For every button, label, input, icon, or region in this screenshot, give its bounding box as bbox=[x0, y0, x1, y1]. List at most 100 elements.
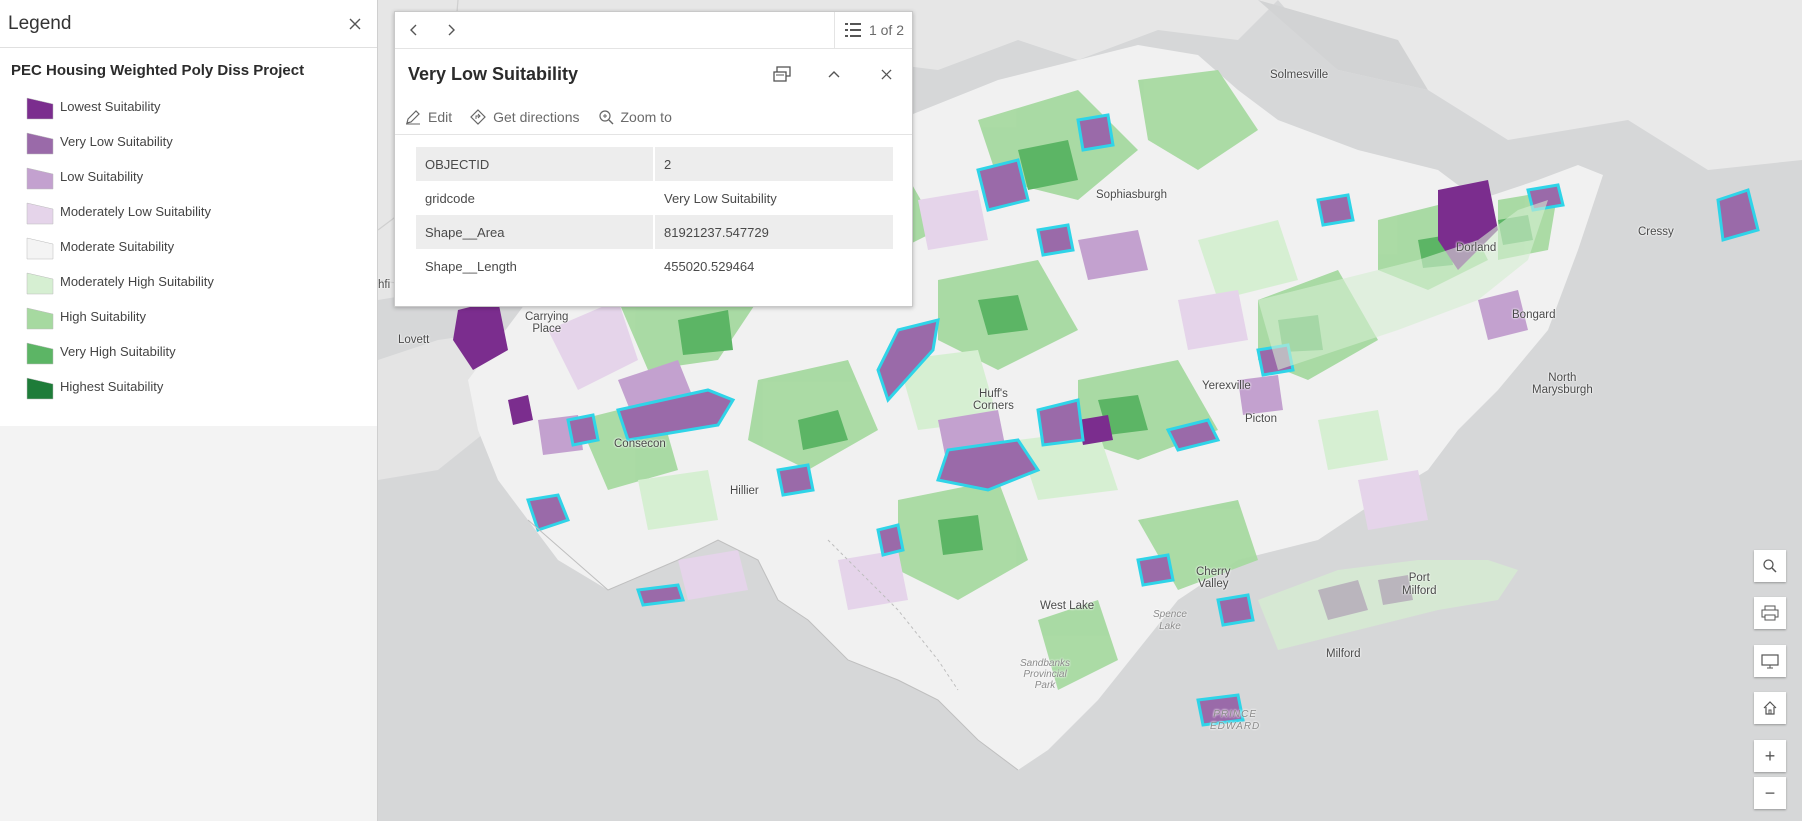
field-name: Shape__Length bbox=[416, 249, 655, 283]
legend-item-label: Very High Suitability bbox=[60, 344, 176, 359]
zoom-to-action[interactable]: Zoom to bbox=[598, 109, 672, 125]
basemap-button[interactable] bbox=[1754, 645, 1786, 677]
legend-swatch bbox=[26, 377, 54, 399]
edit-label: Edit bbox=[428, 108, 453, 125]
search-button[interactable] bbox=[1754, 550, 1786, 582]
next-feature-button[interactable] bbox=[432, 12, 469, 49]
place-port-milford: Port Milford bbox=[1402, 572, 1437, 597]
legend-title: Legend bbox=[8, 12, 72, 34]
legend-item-label: Lowest Suitability bbox=[60, 99, 161, 114]
table-row: gridcode Very Low Suitability bbox=[416, 181, 893, 215]
legend-item: Moderately High Suitability bbox=[0, 264, 377, 299]
attribute-table: OBJECTID 2 gridcode Very Low Suitability… bbox=[416, 147, 893, 283]
place-yerexville: Yerexville bbox=[1202, 380, 1251, 392]
dock-icon bbox=[773, 66, 791, 82]
legend-item-label: High Suitability bbox=[60, 309, 146, 324]
chevron-right-icon bbox=[448, 24, 455, 36]
legend-layer-title: PEC Housing Weighted Poly Diss Project bbox=[11, 62, 305, 79]
legend-panel: Legend PEC Housing Weighted Poly Diss Pr… bbox=[0, 0, 378, 821]
legend-swatch bbox=[26, 202, 54, 224]
legend-close-button[interactable] bbox=[341, 10, 369, 38]
place-lovett: Lovett bbox=[398, 334, 430, 346]
directions-icon bbox=[470, 108, 486, 125]
legend-item: Moderate Suitability bbox=[0, 229, 377, 264]
previous-feature-button[interactable] bbox=[395, 12, 432, 49]
legend-swatch bbox=[26, 97, 54, 119]
legend-item: Moderately Low Suitability bbox=[0, 194, 377, 229]
zoom-in-icon bbox=[598, 109, 613, 124]
popup-close-button[interactable] bbox=[860, 54, 912, 94]
collapse-button[interactable] bbox=[808, 54, 860, 94]
field-name: OBJECTID bbox=[416, 147, 655, 181]
monitor-icon bbox=[1761, 654, 1779, 669]
place-solmesville: Solmesville bbox=[1270, 69, 1329, 81]
place-milford: Milford bbox=[1326, 648, 1361, 660]
legend-item-label: Low Suitability bbox=[60, 169, 144, 184]
close-icon bbox=[349, 18, 361, 29]
place-west-lake: West Lake bbox=[1040, 600, 1095, 612]
field-value: 81921237.547729 bbox=[654, 215, 893, 249]
place-sandbanks: Sandbanks Provincial Park bbox=[1020, 658, 1071, 691]
field-value: Very Low Suitability bbox=[664, 190, 777, 206]
legend-items: Lowest Suitability Very Low Suitability Lo… bbox=[0, 89, 377, 404]
legend-item: Low Suitability bbox=[0, 159, 377, 194]
legend-item-label: Highest Suitability bbox=[60, 379, 164, 394]
place-partial-label: hfi bbox=[378, 279, 391, 291]
feature-count: 1 of 2 bbox=[868, 22, 904, 38]
get-directions-action[interactable]: Get directions bbox=[470, 108, 580, 125]
feature-menu-button[interactable]: 1 of 2 bbox=[833, 11, 912, 49]
place-cressy: Cressy bbox=[1638, 226, 1674, 238]
table-row: Shape__Area 81921237.547729 bbox=[416, 215, 893, 249]
print-button[interactable] bbox=[1754, 597, 1786, 629]
legend-header: Legend bbox=[0, 0, 377, 48]
legend-swatch bbox=[26, 342, 54, 364]
pencil-icon bbox=[406, 109, 420, 124]
feature-popup: 1 of 2 Very Low Suitability Edit Get dir… bbox=[394, 11, 913, 307]
legend-swatch bbox=[26, 132, 54, 154]
field-name: gridcode bbox=[416, 181, 655, 215]
legend-item-label: Moderately High Suitability bbox=[60, 274, 214, 289]
home-icon bbox=[1763, 701, 1777, 715]
north-shore-land-east bbox=[1278, 0, 1802, 170]
chevron-up-icon bbox=[828, 71, 840, 78]
place-consecon: Consecon bbox=[614, 438, 666, 450]
southeast-arm-land bbox=[1258, 560, 1518, 650]
legend-item-label: Moderate Suitability bbox=[60, 239, 175, 254]
edit-action[interactable]: Edit bbox=[405, 109, 452, 125]
place-dorland: Dorland bbox=[1456, 242, 1497, 254]
table-row: Shape__Length 455020.529464 bbox=[416, 249, 893, 283]
list-icon bbox=[844, 23, 861, 37]
legend-swatch bbox=[26, 237, 54, 259]
dock-button[interactable] bbox=[756, 54, 808, 94]
zoom-out-button[interactable]: − bbox=[1754, 777, 1786, 809]
place-north-marysburgh: North Marysburgh bbox=[1532, 372, 1593, 396]
legend-swatch bbox=[26, 272, 54, 294]
place-picton: Picton bbox=[1245, 413, 1277, 425]
home-button[interactable] bbox=[1754, 692, 1786, 724]
place-bongard: Bongard bbox=[1512, 309, 1556, 321]
chevron-left-icon bbox=[409, 24, 416, 36]
place-carrying-place: Carrying Place bbox=[525, 311, 569, 335]
close-icon bbox=[880, 68, 892, 80]
legend-item: Highest Suitability bbox=[0, 369, 377, 404]
place-cherry-valley: Cherry Valley bbox=[1196, 566, 1231, 590]
legend-item-label: Moderately Low Suitability bbox=[60, 204, 212, 219]
place-hillier: Hillier bbox=[730, 485, 759, 497]
legend-item: Lowest Suitability bbox=[0, 89, 377, 124]
place-sophiasburgh: Sophiasburgh bbox=[1096, 189, 1167, 201]
legend-item-label: Very Low Suitability bbox=[60, 134, 173, 149]
place-spence-lake: Spence Lake bbox=[1153, 609, 1187, 632]
field-value: 2 bbox=[654, 147, 893, 181]
popup-title-row: Very Low Suitability bbox=[395, 49, 912, 99]
place-huffs-corners: Huff's Corners bbox=[973, 388, 1014, 412]
get-directions-label: Get directions bbox=[493, 108, 580, 125]
print-icon bbox=[1761, 605, 1779, 621]
zoom-in-button[interactable]: + bbox=[1754, 740, 1786, 772]
popup-title: Very Low Suitability bbox=[408, 63, 579, 84]
legend-item: High Suitability bbox=[0, 299, 377, 334]
legend-item: Very Low Suitability bbox=[0, 124, 377, 159]
legend-swatch bbox=[26, 307, 54, 329]
place-prince-edward: PRINCE EDWARD bbox=[1210, 709, 1261, 732]
legend-item: Very High Suitability bbox=[0, 334, 377, 369]
search-icon bbox=[1763, 559, 1777, 573]
